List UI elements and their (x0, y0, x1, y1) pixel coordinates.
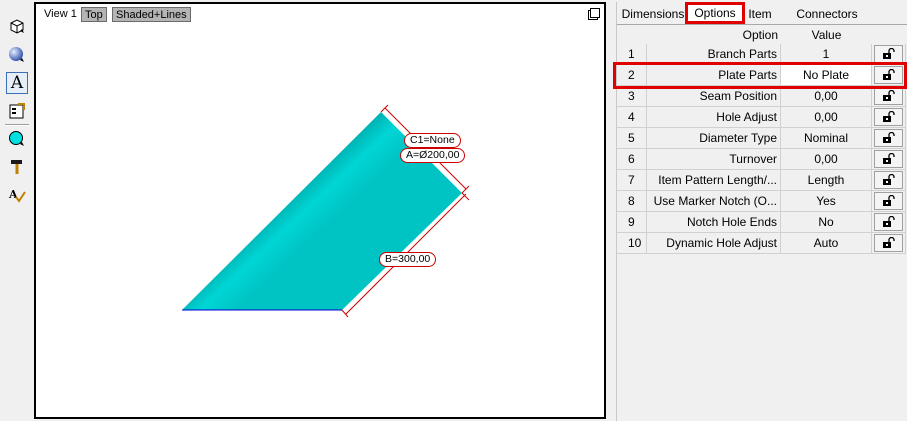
lock-icon[interactable] (874, 213, 903, 231)
table-row[interactable]: 5 Diameter Type Nominal (617, 128, 906, 149)
duct-shape[interactable] (36, 4, 604, 417)
option-name: Hole Adjust (647, 107, 781, 128)
lock-cell (872, 191, 906, 212)
option-value[interactable]: Length (781, 170, 872, 191)
3d-box-icon[interactable] (6, 15, 28, 37)
row-number: 3 (617, 86, 647, 107)
lock-icon[interactable] (874, 87, 903, 105)
table-row[interactable]: 10 Dynamic Hole Adjust Auto (617, 233, 906, 254)
lock-icon[interactable] (874, 129, 903, 147)
plate-parts-row-highlight (613, 62, 907, 89)
option-value[interactable]: Nominal (781, 128, 872, 149)
lock-icon[interactable] (874, 45, 903, 63)
option-name: Diameter Type (647, 128, 781, 149)
row-number: 10 (617, 233, 647, 254)
option-value[interactable]: 0,00 (781, 86, 872, 107)
lock-cell (872, 86, 906, 107)
option-name: Dynamic Hole Adjust (647, 233, 781, 254)
dimension-c1-label[interactable]: C1=None (404, 133, 461, 148)
spell-check-icon[interactable]: A (6, 184, 28, 206)
option-value[interactable]: 0,00 (781, 149, 872, 170)
option-column-header[interactable]: Option (647, 26, 781, 44)
lock-icon[interactable] (874, 171, 903, 189)
option-name: Item Pattern Length/... (647, 170, 781, 191)
option-value[interactable]: Auto (781, 233, 872, 254)
dimension-b-label[interactable]: B=300,00 (379, 252, 437, 267)
hammer-icon[interactable] (6, 156, 28, 178)
lock-cell (872, 128, 906, 149)
tab-item[interactable]: Item (743, 5, 777, 23)
lock-icon[interactable] (874, 234, 903, 252)
row-number: 7 (617, 170, 647, 191)
option-name: Seam Position (647, 86, 781, 107)
lock-cell (872, 170, 906, 191)
sphere-icon[interactable] (6, 44, 28, 66)
properties-icon[interactable] (6, 100, 28, 122)
option-value[interactable]: 0,00 (781, 107, 872, 128)
row-number: 6 (617, 149, 647, 170)
left-toolbar: A A (0, 0, 33, 421)
text-icon[interactable]: A (6, 72, 28, 94)
option-name: Notch Hole Ends (647, 212, 781, 233)
value-column-header[interactable]: Value (781, 26, 872, 44)
tab-dimensions[interactable]: Dimensions (619, 5, 687, 23)
table-row[interactable]: 3 Seam Position 0,00 (617, 86, 906, 107)
option-value[interactable]: No (781, 212, 872, 233)
option-name: Use Marker Notch (O... (647, 191, 781, 212)
lock-cell (872, 107, 906, 128)
row-number: 9 (617, 212, 647, 233)
dimension-a-label[interactable]: A=Ø200,00 (400, 148, 466, 163)
panel-tabs: Dimensions Options Item Connectors (617, 2, 907, 25)
option-name: Turnover (647, 149, 781, 170)
table-row[interactable]: 6 Turnover 0,00 (617, 149, 906, 170)
lock-cell (872, 212, 906, 233)
row-number: 8 (617, 191, 647, 212)
lock-cell (872, 233, 906, 254)
table-row[interactable]: 9 Notch Hole Ends No (617, 212, 906, 233)
lock-icon[interactable] (874, 192, 903, 210)
table-row[interactable]: 4 Hole Adjust 0,00 (617, 107, 906, 128)
row-number: 5 (617, 128, 647, 149)
properties-panel: Dimensions Options Item Connectors Optio… (613, 2, 907, 421)
options-tab-highlight (685, 2, 745, 24)
lock-icon[interactable] (874, 150, 903, 168)
drawing-viewport[interactable]: View 1 Top Shaded+Lines C1=None A=Ø200,0… (34, 2, 606, 419)
table-row[interactable]: 8 Use Marker Notch (O... Yes (617, 191, 906, 212)
lock-icon[interactable] (874, 108, 903, 126)
tab-connectors[interactable]: Connectors (787, 5, 867, 23)
table-row[interactable]: 7 Item Pattern Length/... Length (617, 170, 906, 191)
lock-cell (872, 149, 906, 170)
circle-icon[interactable] (6, 128, 28, 150)
row-number: 4 (617, 107, 647, 128)
toolbar-separator (5, 124, 29, 126)
option-value[interactable]: Yes (781, 191, 872, 212)
